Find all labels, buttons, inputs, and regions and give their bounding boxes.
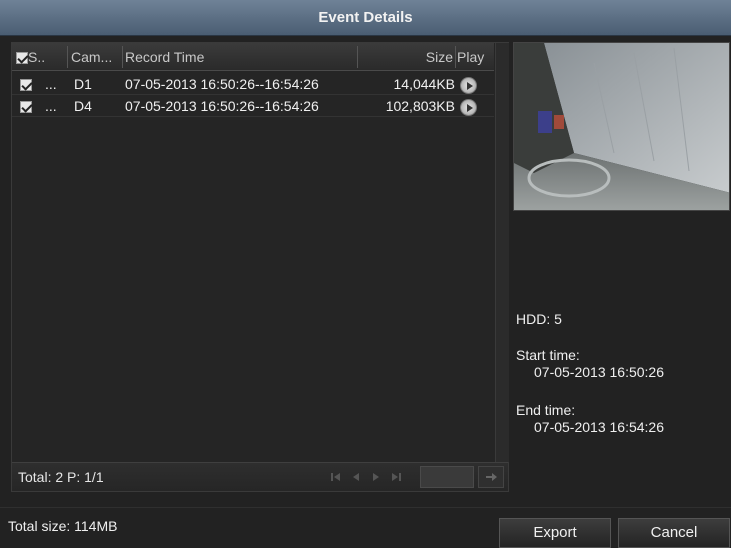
row-checkbox-icon[interactable] bbox=[20, 101, 32, 114]
list-header: S... Cam... Record Time Size Play bbox=[12, 43, 494, 71]
list-scrollbar[interactable] bbox=[495, 43, 509, 462]
row-checkbox-icon[interactable] bbox=[20, 79, 32, 92]
hdd-info: HDD: 5 bbox=[516, 311, 562, 327]
header-select-label: S... bbox=[28, 49, 44, 65]
header-record-time[interactable]: Record Time bbox=[125, 43, 355, 71]
pager: Total: 2 P: 1/1 bbox=[12, 462, 508, 491]
page-input[interactable] bbox=[420, 466, 474, 488]
go-arrow-icon[interactable] bbox=[478, 466, 504, 488]
footer-divider bbox=[0, 507, 731, 508]
event-details-window: S... Cam... Record Time Size Play ... D1… bbox=[0, 36, 731, 548]
table-row[interactable]: ... D4 07-05-2013 16:50:26--16:54:26 102… bbox=[12, 95, 494, 117]
start-time: Start time: 07-05-2013 16:50:26 bbox=[516, 347, 664, 381]
play-circle-icon[interactable] bbox=[460, 76, 477, 94]
cancel-button[interactable]: Cancel bbox=[618, 518, 730, 548]
event-list: S... Cam... Record Time Size Play ... D1… bbox=[11, 42, 509, 492]
start-time-label: Start time: bbox=[516, 347, 580, 363]
prev-page-icon[interactable] bbox=[348, 469, 364, 485]
last-page-icon[interactable] bbox=[388, 469, 404, 485]
row-select-text: ... bbox=[45, 76, 57, 92]
play-circle-icon[interactable] bbox=[460, 98, 477, 116]
header-camera[interactable]: Cam... bbox=[71, 43, 123, 71]
window-title: Event Details bbox=[0, 0, 731, 36]
row-record-time: 07-05-2013 16:50:26--16:54:26 bbox=[125, 98, 319, 114]
row-size: 102,803KB bbox=[385, 98, 455, 114]
header-select[interactable]: S... bbox=[16, 43, 44, 71]
first-page-icon[interactable] bbox=[328, 469, 344, 485]
video-preview-thumbnail bbox=[513, 42, 730, 211]
export-button[interactable]: Export bbox=[499, 518, 611, 548]
row-camera: D1 bbox=[74, 76, 92, 92]
table-row[interactable]: ... D1 07-05-2013 16:50:26--16:54:26 14,… bbox=[12, 73, 494, 95]
row-record-time: 07-05-2013 16:50:26--16:54:26 bbox=[125, 76, 319, 92]
end-time-label: End time: bbox=[516, 402, 576, 418]
select-all-checkbox-icon[interactable] bbox=[16, 52, 28, 65]
end-time: End time: 07-05-2013 16:54:26 bbox=[516, 402, 664, 436]
end-time-value: 07-05-2013 16:54:26 bbox=[534, 419, 664, 435]
total-count: Total: 2 P: 1/1 bbox=[18, 469, 104, 485]
next-page-icon[interactable] bbox=[368, 469, 384, 485]
row-size: 14,044KB bbox=[393, 76, 456, 92]
start-time-value: 07-05-2013 16:50:26 bbox=[534, 364, 664, 380]
row-select-text: ... bbox=[45, 98, 57, 114]
total-size: Total size: 114MB bbox=[8, 518, 118, 534]
header-play[interactable]: Play bbox=[457, 43, 493, 71]
row-camera: D4 bbox=[74, 98, 92, 114]
header-size[interactable]: Size bbox=[359, 43, 453, 71]
